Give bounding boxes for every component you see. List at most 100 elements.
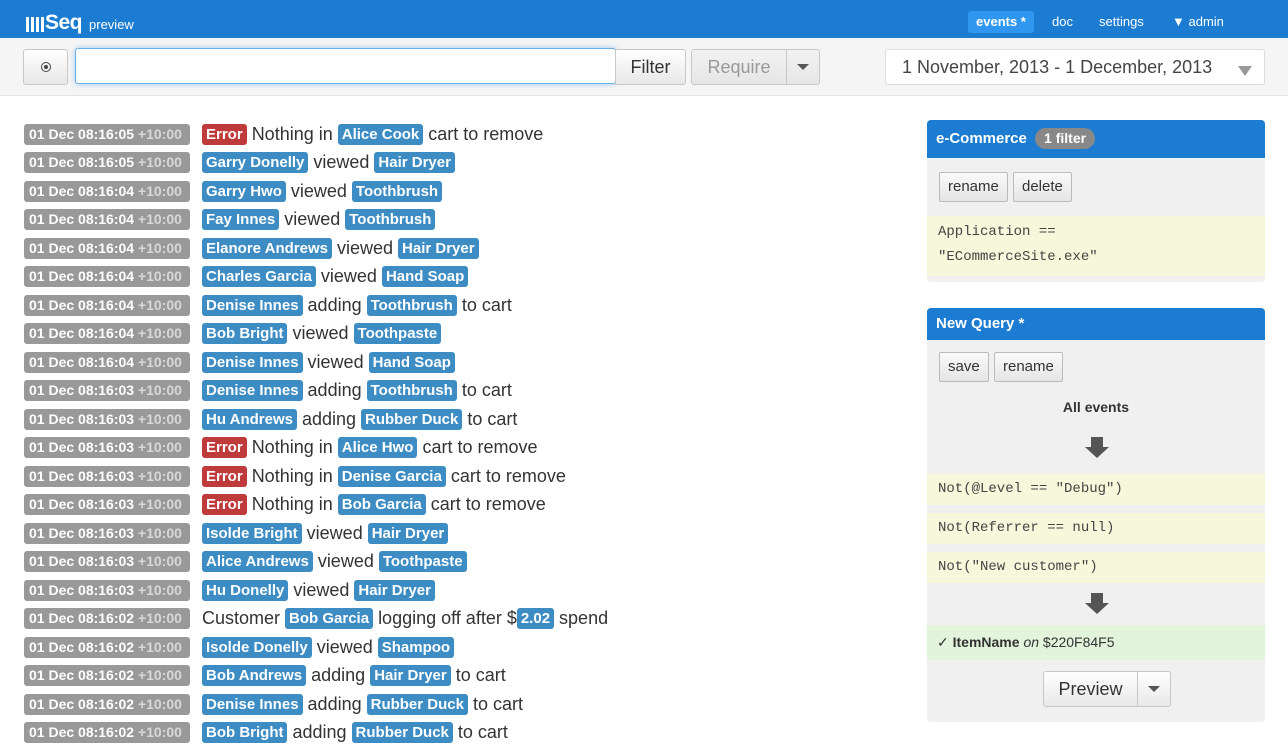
event-row[interactable]: 01 Dec 08:16:04 +10:00Garry HwoviewedToo… [24,177,904,206]
property-token[interactable]: Garry Hwo [202,181,286,202]
property-token[interactable]: Alice Cook [338,124,424,145]
property-token[interactable]: Denise Innes [202,694,303,715]
property-token[interactable]: Hu Andrews [202,409,297,430]
nav-settings[interactable]: settings [1091,11,1152,33]
property-token[interactable]: Rubber Duck [352,722,453,743]
rename-button[interactable]: rename [994,352,1063,382]
property-token[interactable]: Elanore Andrews [202,238,332,259]
nav-doc[interactable]: doc [1044,11,1081,33]
property-token[interactable]: Rubber Duck [367,694,468,715]
property-token[interactable]: Fay Innes [202,209,279,230]
property-token[interactable]: Isolde Bright [202,523,302,544]
panel-header[interactable]: e-Commerce 1 filter [927,120,1265,158]
level-badge[interactable]: Error [202,466,247,487]
property-token[interactable]: Toothbrush [367,295,457,316]
property-token[interactable]: Hand Soap [369,352,455,373]
date-range-select[interactable]: 1 November, 2013 - 1 December, 2013 [885,49,1265,85]
event-row[interactable]: 01 Dec 08:16:05 +10:00Garry Donellyviewe… [24,149,904,178]
event-row[interactable]: 01 Dec 08:16:04 +10:00Elanore Andrewsvie… [24,234,904,263]
event-row[interactable]: 01 Dec 08:16:03 +10:00Hu DonellyviewedHa… [24,576,904,605]
save-button[interactable]: save [939,352,989,382]
search-input[interactable] [75,48,616,84]
event-row[interactable]: 01 Dec 08:16:04 +10:00Bob BrightviewedTo… [24,320,904,349]
property-token[interactable]: Hand Soap [382,266,468,287]
event-row[interactable]: 01 Dec 08:16:02 +10:00Bob AndrewsaddingH… [24,662,904,691]
message-text: adding [311,665,365,686]
query-filter-row[interactable]: Not(@Level == "Debug") [927,474,1265,505]
event-row[interactable]: 01 Dec 08:16:02 +10:00Isolde Donellyview… [24,633,904,662]
nav-events[interactable]: events * [968,11,1034,33]
event-row[interactable]: 01 Dec 08:16:03 +10:00ErrorNothing inDen… [24,462,904,491]
property-token[interactable]: Alice Andrews [202,551,313,572]
property-token[interactable]: Hair Dryer [368,523,449,544]
property-token[interactable]: Toothpaste [354,323,442,344]
property-token[interactable]: Hair Dryer [370,665,451,686]
property-token[interactable]: Hu Donelly [202,580,288,601]
property-token[interactable]: 2.02 [517,608,554,629]
property-token[interactable]: Rubber Duck [361,409,462,430]
property-token[interactable]: Bob Andrews [202,665,306,686]
event-row[interactable]: 01 Dec 08:16:03 +10:00ErrorNothing inAli… [24,434,904,463]
level-badge[interactable]: Error [202,437,247,458]
message-text: Nothing in [252,437,333,458]
property-token[interactable]: Toothbrush [367,380,457,401]
event-row[interactable]: 01 Dec 08:16:02 +10:00CustomerBob Garcia… [24,605,904,634]
property-token[interactable]: Toothpaste [379,551,467,572]
event-timestamp: 01 Dec 08:16:04 +10:00 [24,352,190,373]
event-row[interactable]: 01 Dec 08:16:04 +10:00Charles Garciaview… [24,263,904,292]
chevron-down-icon [1238,66,1252,76]
property-token[interactable]: Isolde Donelly [202,637,312,658]
event-row[interactable]: 01 Dec 08:16:04 +10:00Denise Innesadding… [24,291,904,320]
event-row[interactable]: 01 Dec 08:16:03 +10:00ErrorNothing inBob… [24,491,904,520]
require-button[interactable]: Require [691,49,787,85]
property-token[interactable]: Hair Dryer [398,238,479,259]
query-result-row[interactable]: ✓ ItemName on $220F84F5 [927,625,1265,660]
property-token[interactable]: Denise Innes [202,352,303,373]
preview-button[interactable]: Preview [1044,672,1138,706]
property-token[interactable]: Hair Dryer [354,580,435,601]
property-token[interactable]: Alice Hwo [338,437,418,458]
property-token[interactable]: Garry Donelly [202,152,308,173]
property-token[interactable]: Denise Innes [202,380,303,401]
panel-header[interactable]: New Query * [927,308,1265,340]
property-token[interactable]: Denise Garcia [338,466,446,487]
delete-button[interactable]: delete [1013,172,1072,202]
nav-admin-menu[interactable]: ▼ admin [1164,11,1232,33]
property-token[interactable]: Toothbrush [345,209,435,230]
timestamp-time: 01 Dec 08:16:05 [29,154,134,170]
preview-dropdown-button[interactable] [1138,672,1170,706]
level-badge[interactable]: Error [202,494,247,515]
message-text: viewed [291,181,347,202]
event-row[interactable]: 01 Dec 08:16:03 +10:00Hu AndrewsaddingRu… [24,405,904,434]
event-row[interactable]: 01 Dec 08:16:05 +10:00ErrorNothing inAli… [24,120,904,149]
query-filter-row[interactable]: Not(Referrer == null) [927,513,1265,544]
event-row[interactable]: 01 Dec 08:16:02 +10:00Denise Innesadding… [24,690,904,719]
timestamp-time: 01 Dec 08:16:03 [29,553,134,569]
event-row[interactable]: 01 Dec 08:16:03 +10:00Denise Innesadding… [24,377,904,406]
level-badge[interactable]: Error [202,124,247,145]
timestamp-offset: +10:00 [138,325,182,341]
message-text: adding [308,380,362,401]
property-token[interactable]: Bob Garcia [285,608,373,629]
property-token[interactable]: Bob Bright [202,722,287,743]
timestamp-offset: +10:00 [138,211,182,227]
property-token[interactable]: Shampoo [378,637,454,658]
event-row[interactable]: 01 Dec 08:16:04 +10:00Fay InnesviewedToo… [24,206,904,235]
property-token[interactable]: Charles Garcia [202,266,316,287]
property-token[interactable]: Denise Innes [202,295,303,316]
event-row[interactable]: 01 Dec 08:16:04 +10:00Denise Innesviewed… [24,348,904,377]
query-filter-row[interactable]: Not("New customer") [927,552,1265,583]
event-row[interactable]: 01 Dec 08:16:03 +10:00Isolde Brightviewe… [24,519,904,548]
filter-button[interactable]: Filter [615,49,686,85]
property-token[interactable]: Hair Dryer [374,152,455,173]
require-dropdown-button[interactable] [786,49,820,85]
rename-button[interactable]: rename [939,172,1008,202]
property-token[interactable]: Bob Bright [202,323,287,344]
event-timestamp: 01 Dec 08:16:05 +10:00 [24,152,190,173]
brand-logo[interactable]: Seq preview [26,10,134,34]
live-toggle-button[interactable] [23,49,68,85]
event-row[interactable]: 01 Dec 08:16:02 +10:00Bob BrightaddingRu… [24,719,904,747]
property-token[interactable]: Bob Garcia [338,494,426,515]
property-token[interactable]: Toothbrush [352,181,442,202]
event-row[interactable]: 01 Dec 08:16:03 +10:00Alice Andrewsviewe… [24,548,904,577]
